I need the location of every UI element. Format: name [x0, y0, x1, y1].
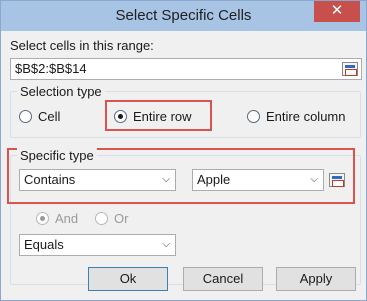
selection-type-group: Selection type Cell Entire row Entire co… [10, 84, 361, 138]
condition2-value: Equals [24, 237, 64, 252]
radio-or-indicator[interactable] [95, 212, 108, 225]
radio-entire-row-label: Entire row [133, 109, 192, 124]
title-bar: Select Specific Cells ✕ [1, 1, 366, 31]
condition1-select[interactable]: Contains ⌵ [19, 169, 176, 191]
range-value: $B$2:$B$14 [15, 61, 87, 76]
value1-input[interactable]: Apple ⌵ [192, 169, 324, 191]
selection-type-title: Selection type [17, 84, 105, 99]
radio-and[interactable]: And [36, 211, 78, 226]
specific-type-group: Specific type Contains ⌵ Apple ⌵ And Or … [7, 148, 361, 285]
range-select-icon[interactable] [342, 62, 358, 76]
radio-entire-column-indicator[interactable] [247, 110, 260, 123]
radio-or-label: Or [114, 211, 129, 226]
radio-entire-row-indicator[interactable] [114, 110, 127, 123]
chevron-down-icon: ⌵ [162, 239, 170, 250]
range-input[interactable]: $B$2:$B$14 [10, 58, 362, 80]
condition1-value: Contains [24, 172, 76, 187]
radio-or[interactable]: Or [95, 211, 128, 226]
dialog-body: Select cells in this range: $B$2:$B$14 S… [7, 31, 362, 296]
radio-entire-column[interactable]: Entire column [247, 109, 345, 124]
dialog-title: Select Specific Cells [115, 7, 252, 24]
apply-button[interactable]: Apply [276, 267, 356, 291]
radio-cell-indicator[interactable] [19, 110, 32, 123]
radio-entire-row[interactable]: Entire row [114, 109, 192, 124]
select-specific-cells-dialog: Select Specific Cells ✕ Select cells in … [0, 0, 367, 301]
radio-and-indicator[interactable] [36, 212, 49, 225]
range-label: Select cells in this range: [10, 38, 154, 53]
radio-cell[interactable]: Cell [19, 109, 60, 124]
chevron-down-icon: ⌵ [162, 174, 170, 185]
close-button[interactable]: ✕ [314, 1, 360, 22]
condition2-select[interactable]: Equals ⌵ [19, 234, 176, 256]
range-select-icon[interactable] [329, 173, 345, 187]
cancel-button[interactable]: Cancel [183, 267, 263, 291]
specific-type-title: Specific type [17, 148, 97, 163]
value1-text: Apple [197, 172, 231, 187]
radio-and-label: And [55, 211, 79, 226]
ok-button[interactable]: Ok [88, 267, 168, 291]
radio-cell-label: Cell [38, 109, 61, 124]
chevron-down-icon: ⌵ [310, 174, 318, 185]
radio-entire-column-label: Entire column [266, 109, 346, 124]
